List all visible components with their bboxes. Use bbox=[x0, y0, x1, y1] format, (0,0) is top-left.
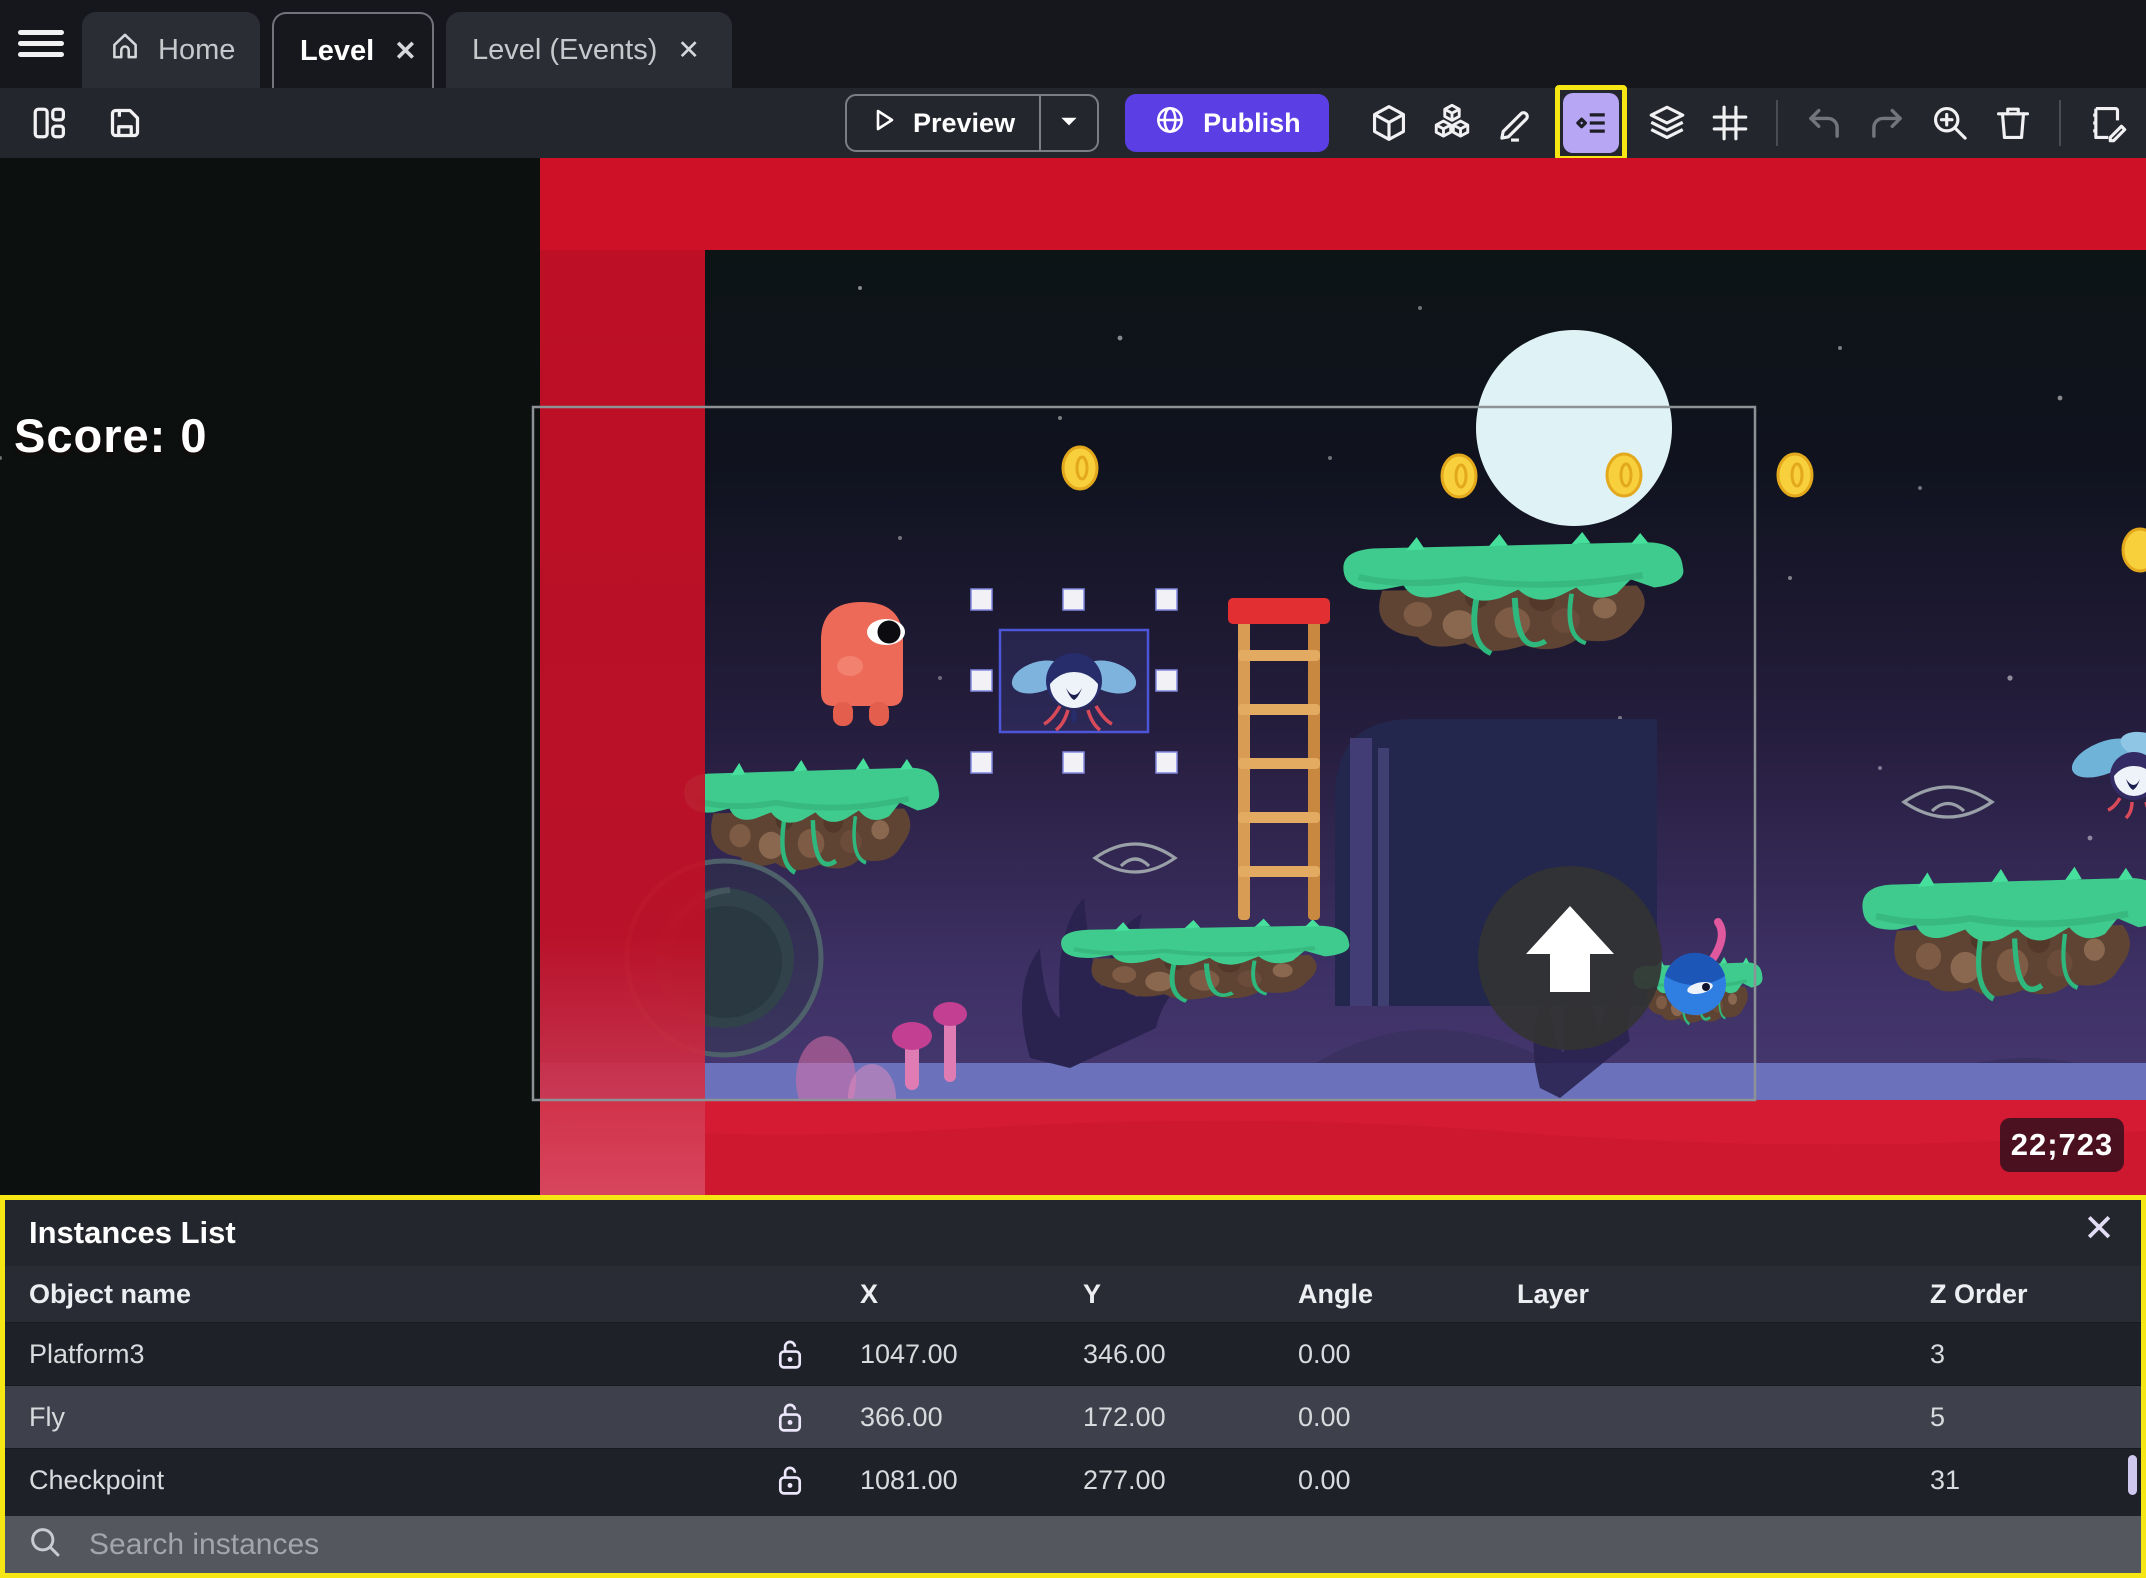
toolbar: Preview Publish bbox=[0, 85, 2146, 161]
panel-scrollbar[interactable] bbox=[2128, 1455, 2137, 1495]
play-icon bbox=[867, 104, 899, 143]
search-icon bbox=[27, 1524, 63, 1565]
trash-icon[interactable] bbox=[1990, 100, 2036, 146]
zoom-in-icon[interactable] bbox=[1927, 100, 1973, 146]
save-icon[interactable] bbox=[102, 100, 148, 146]
red-band-left bbox=[540, 158, 705, 1195]
home-icon bbox=[108, 29, 142, 71]
scene-editor-canvas[interactable]: Score: 0 22;723 bbox=[0, 158, 2146, 1195]
instances-search-bar bbox=[5, 1516, 2141, 1573]
instance-x[interactable]: 1047.00 bbox=[835, 1339, 1058, 1370]
boxes-icon[interactable] bbox=[1429, 100, 1475, 146]
tab-home[interactable]: Home bbox=[82, 12, 260, 88]
instances-list-highlight-box bbox=[1555, 85, 1627, 161]
instance-z-order[interactable]: 3 bbox=[1906, 1339, 2141, 1370]
caret-down-icon bbox=[1056, 108, 1082, 139]
cursor-coordinates-badge: 22;723 bbox=[2000, 1118, 2124, 1172]
tab-level-events-label: Level (Events) bbox=[472, 33, 658, 66]
col-y: Y bbox=[1083, 1278, 1102, 1309]
toolbar-divider bbox=[1776, 100, 1778, 146]
grid-icon[interactable] bbox=[1707, 100, 1753, 146]
close-icon[interactable]: ✕ bbox=[2083, 1210, 2115, 1248]
table-row[interactable]: Fly 366.00 172.00 0.00 5 bbox=[5, 1385, 2141, 1448]
panels-icon[interactable] bbox=[26, 100, 72, 146]
undo-icon[interactable] bbox=[1801, 100, 1847, 146]
redo-icon[interactable] bbox=[1864, 100, 1910, 146]
table-header-row: Object name X Y Angle Layer Z Order bbox=[5, 1266, 2141, 1322]
instance-angle[interactable]: 0.00 bbox=[1273, 1402, 1493, 1433]
unlock-icon[interactable] bbox=[745, 1400, 835, 1434]
instance-angle[interactable]: 0.00 bbox=[1273, 1339, 1493, 1370]
unlock-icon[interactable] bbox=[745, 1463, 835, 1497]
publish-button[interactable]: Publish bbox=[1125, 94, 1329, 152]
tab-bar: Home Level ✕ Level (Events) ✕ bbox=[0, 0, 2146, 88]
pencil-icon[interactable] bbox=[1492, 100, 1538, 146]
tab-level-label: Level bbox=[300, 34, 375, 67]
layers-icon[interactable] bbox=[1644, 100, 1690, 146]
preview-label: Preview bbox=[913, 107, 1016, 138]
instance-y[interactable]: 346.00 bbox=[1058, 1339, 1273, 1370]
col-z-order: Z Order bbox=[1930, 1278, 2028, 1309]
globe-icon bbox=[1153, 103, 1187, 144]
tab-level-events[interactable]: Level (Events) ✕ bbox=[446, 12, 732, 88]
preview-button[interactable]: Preview bbox=[845, 94, 1100, 152]
col-angle: Angle bbox=[1298, 1278, 1374, 1309]
instance-angle[interactable]: 0.00 bbox=[1273, 1465, 1493, 1496]
instances-list-icon[interactable] bbox=[1563, 93, 1619, 153]
tab-home-label: Home bbox=[158, 33, 236, 66]
moon-decor bbox=[1476, 330, 1672, 526]
panel-title: Instances List bbox=[29, 1215, 236, 1250]
panel-header: Instances List ✕ bbox=[5, 1200, 2141, 1266]
instance-y[interactable]: 172.00 bbox=[1058, 1402, 1273, 1433]
instance-x[interactable]: 1081.00 bbox=[835, 1465, 1058, 1496]
instance-name: Checkpoint bbox=[29, 1464, 165, 1495]
instance-name: Platform3 bbox=[29, 1338, 145, 1369]
publish-label: Publish bbox=[1203, 107, 1301, 138]
table-row[interactable]: Platform3 1047.00 346.00 0.00 3 bbox=[5, 1322, 2141, 1385]
gdevelop-editor: Home Level ✕ Level (Events) ✕ Preview Pu… bbox=[0, 0, 2146, 1578]
box-icon[interactable] bbox=[1366, 100, 1412, 146]
table-row[interactable]: Checkpoint 1081.00 277.00 0.00 31 bbox=[5, 1448, 2141, 1511]
scene-artwork bbox=[0, 158, 2146, 1195]
tab-level-close-icon[interactable]: ✕ bbox=[390, 34, 421, 69]
col-x: X bbox=[860, 1278, 879, 1309]
col-object-name: Object name bbox=[29, 1278, 192, 1309]
preview-dropdown-button[interactable] bbox=[1039, 96, 1097, 150]
instance-z-order[interactable]: 5 bbox=[1906, 1402, 2141, 1433]
instance-y[interactable]: 277.00 bbox=[1058, 1465, 1273, 1496]
scene-edit-icon[interactable] bbox=[2084, 100, 2130, 146]
search-instances-input[interactable] bbox=[89, 1527, 2141, 1562]
menu-icon[interactable] bbox=[18, 24, 64, 64]
score-text: Score: 0 bbox=[14, 409, 208, 462]
instance-name: Fly bbox=[29, 1401, 65, 1432]
instances-list-panel: Instances List ✕ Object name X Y Angle L… bbox=[0, 1195, 2146, 1578]
tab-level-events-close-icon[interactable]: ✕ bbox=[673, 33, 704, 68]
toolbar-divider bbox=[2059, 100, 2061, 146]
tab-level[interactable]: Level ✕ bbox=[272, 12, 434, 88]
unlock-icon[interactable] bbox=[745, 1337, 835, 1371]
col-layer: Layer bbox=[1517, 1278, 1590, 1309]
jump-button-control bbox=[1478, 866, 1662, 1050]
instance-x[interactable]: 366.00 bbox=[835, 1402, 1058, 1433]
red-band-top bbox=[540, 158, 2146, 250]
instance-z-order[interactable]: 31 bbox=[1906, 1465, 2141, 1496]
